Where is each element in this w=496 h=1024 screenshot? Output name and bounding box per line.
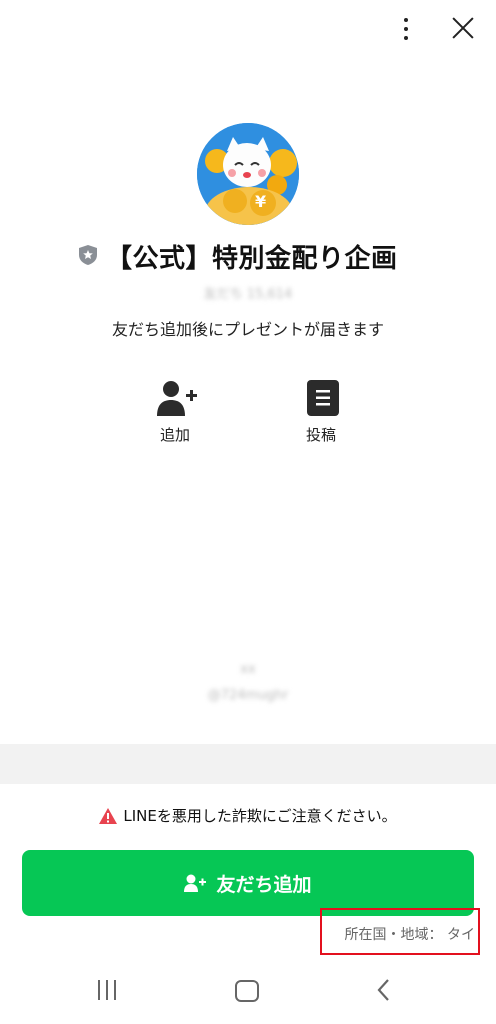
back-icon[interactable]	[374, 978, 394, 1002]
warning-text: LINEを悪用した詐欺にご注意ください。	[123, 807, 397, 825]
system-nav-bar	[0, 960, 496, 1024]
shield-icon	[79, 245, 97, 265]
friend-count: 友だち 15,614	[203, 287, 293, 302]
add-friend-button[interactable]: 友だち追加	[22, 850, 474, 916]
section-divider	[0, 744, 496, 784]
more-options-icon[interactable]	[394, 14, 418, 44]
svg-text:¥: ¥	[255, 192, 266, 211]
account-title-row: 【公式】特別金配り企画	[0, 236, 496, 280]
account-name: 【公式】特別金配り企画	[106, 244, 398, 274]
region-text: 所在国・地域： タイ	[344, 927, 475, 943]
close-icon[interactable]	[447, 12, 479, 44]
avatar[interactable]: ¥	[197, 123, 299, 225]
add-user-icon	[184, 874, 207, 892]
add-action-button[interactable]: 追加	[130, 376, 220, 446]
add-user-icon	[157, 381, 197, 416]
status-message: 友だち追加後にプレゼントが届きます	[111, 320, 384, 339]
scam-warning: LINEを悪用した詐欺にご注意ください。	[0, 805, 496, 829]
recent-apps-icon[interactable]	[96, 980, 118, 1000]
top-bar	[0, 0, 496, 60]
post-icon	[307, 380, 339, 416]
post-action-label: 投稿	[305, 426, 336, 444]
blurred-line-id: @724mughr	[207, 688, 289, 703]
add-action-label: 追加	[159, 426, 190, 444]
lucky-cat-image: ¥	[197, 123, 299, 225]
home-icon[interactable]	[235, 980, 259, 1002]
post-action-button[interactable]: 投稿	[276, 376, 366, 446]
warning-icon	[99, 807, 118, 824]
blurred-text-1: xx	[240, 662, 256, 677]
add-friend-label: 友だち追加	[216, 874, 312, 896]
